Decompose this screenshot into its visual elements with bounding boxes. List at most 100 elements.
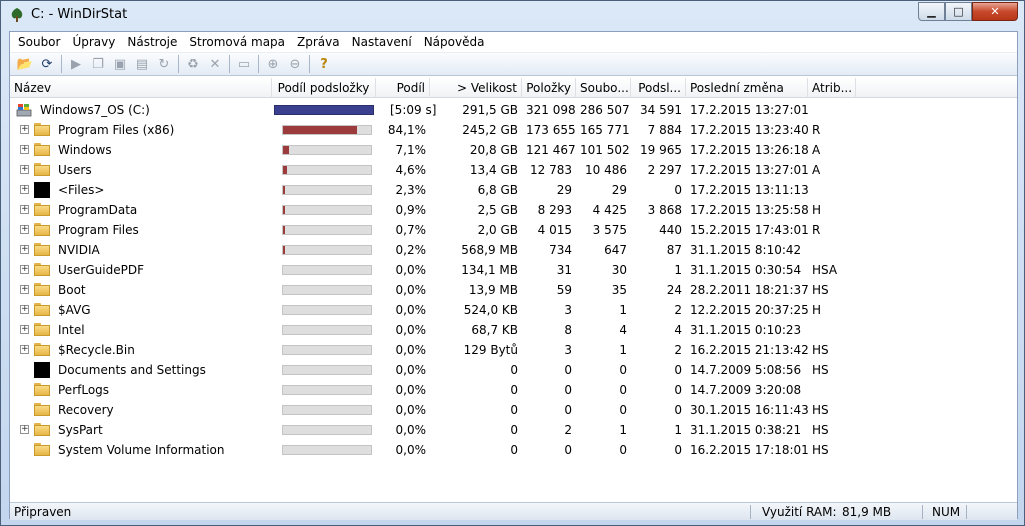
refresh-icon[interactable]: ⟳ [36, 54, 58, 74]
minimize-button[interactable]: ▁ [918, 2, 945, 21]
row-size: 13,9 MB [468, 283, 518, 297]
row-share: 0,0% [395, 263, 427, 277]
table-row[interactable]: Recovery 0,0% 0 0 0 0 30.1.2015 16:11:43 HS [10, 400, 1017, 420]
row-modified: 31.1.2015 0:30:54 [690, 263, 802, 277]
recycle-icon[interactable]: ♻ [182, 54, 204, 74]
column-header-name[interactable]: Název [10, 78, 272, 98]
expand-icon[interactable]: + [20, 205, 29, 214]
table-row[interactable]: + ProgramData 0,9% 2,5 GB 8 293 4 425 3 868 17.… [10, 200, 1017, 220]
row-modified: 28.2.2011 18:21:37 [690, 283, 809, 297]
close-button[interactable]: ✕ [972, 2, 1018, 21]
row-name: <Files> [58, 183, 105, 197]
subtree-share-fill [283, 246, 285, 254]
expand-icon[interactable]: + [20, 285, 29, 294]
table-row[interactable]: System Volume Information 0,0% 0 0 0 0 16.2.20… [10, 440, 1017, 460]
subtree-share-bar [282, 285, 372, 295]
row-name: Documents and Settings [58, 363, 206, 377]
menu-nastroje[interactable]: Nástroje [121, 32, 183, 52]
table-row[interactable]: + Boot 0,0% 13,9 MB 59 35 24 28.2.2011 18:21:37… [10, 280, 1017, 300]
table-row[interactable]: + Windows 7,1% 20,8 GB 121 467 101 502 19 965 1… [10, 140, 1017, 160]
column-header-last-change[interactable]: Poslední změna [686, 78, 808, 98]
row-items: 8 293 [537, 203, 572, 217]
toolbar-separator [61, 55, 62, 73]
maximize-button[interactable]: □ [945, 2, 972, 21]
expand-icon[interactable]: + [20, 265, 29, 274]
folder-icon [34, 283, 50, 296]
table-row[interactable]: + Program Files (x86) 84,1% 245,2 GB 173 655… [10, 120, 1017, 140]
column-header-attributes[interactable]: Atrib... [808, 78, 856, 98]
zoom-out-icon[interactable]: ⊖ [284, 54, 306, 74]
row-name: ProgramData [58, 203, 138, 217]
expand-icon[interactable]: + [20, 125, 29, 134]
status-num: NUM [932, 505, 961, 519]
expand-icon[interactable]: + [20, 165, 29, 174]
table-row[interactable]: + UserGuidePDF 0,0% 134,1 MB 31 30 1 31.1.2015 … [10, 260, 1017, 280]
row-attributes: HS [812, 443, 829, 457]
refresh-selected-icon[interactable]: ↻ [153, 54, 175, 74]
row-items: 0 [564, 383, 572, 397]
column-header-size[interactable]: > Velikost [430, 78, 522, 98]
table-row-root[interactable]: Windows7_OS (C:) [5:09 s] 291,5 GB 321 098 2… [10, 100, 1017, 120]
zoom-in-icon[interactable]: ⊕ [262, 54, 284, 74]
subtree-share-bar [282, 145, 372, 155]
open-folder-icon[interactable]: 📂 [14, 54, 36, 74]
folder-icon [34, 303, 50, 316]
column-header-subtree-share[interactable]: Podíl podsložky [272, 78, 376, 98]
expand-icon[interactable]: + [20, 425, 29, 434]
table-row[interactable]: + <Files> 2,3% 6,8 GB 29 29 0 17.2.2015 13:11:1… [10, 180, 1017, 200]
junction-icon [34, 362, 50, 378]
menu-upravy[interactable]: Úpravy [66, 32, 121, 52]
menu-bar: Soubor Úpravy Nástroje Stromová mapa Zpr… [10, 32, 1017, 52]
column-header-subdirs[interactable]: Podsl... [631, 78, 686, 98]
directory-list[interactable]: Název Podíl podsložky Podíl > Velikost P… [10, 78, 1017, 496]
table-row[interactable]: + $AVG 0,0% 524,0 KB 3 1 2 12.2.2015 20:37:25 H [10, 300, 1017, 320]
row-subdirs: 7 884 [647, 123, 682, 137]
table-row[interactable]: PerfLogs 0,0% 0 0 0 0 14.7.2009 3:20:08 [10, 380, 1017, 400]
table-row[interactable]: + Intel 0,0% 68,7 KB 8 4 4 31.1.2015 0:10:23 [10, 320, 1017, 340]
expand-icon[interactable]: + [20, 145, 29, 154]
delete-icon[interactable]: ✕ [204, 54, 226, 74]
row-modified: 30.1.2015 16:11:43 [690, 403, 809, 417]
row-size: 291,5 GB [462, 103, 518, 117]
subtree-share-bar [282, 445, 372, 455]
menu-napoveda[interactable]: Nápověda [418, 32, 491, 52]
menu-nastaveni[interactable]: Nastavení [346, 32, 418, 52]
explorer-icon[interactable]: ▣ [109, 54, 131, 74]
row-size: 2,0 GB [477, 223, 518, 237]
play-icon[interactable]: ▶ [65, 54, 87, 74]
expand-icon[interactable]: + [20, 325, 29, 334]
row-attributes: H [812, 303, 822, 317]
menu-soubor[interactable]: Soubor [12, 32, 66, 52]
row-subdirs: 0 [674, 183, 682, 197]
cmd-icon[interactable]: ▤ [131, 54, 153, 74]
menu-stromova-mapa[interactable]: Stromová mapa [183, 32, 291, 52]
new-folder-icon[interactable]: ▭ [233, 54, 255, 74]
expand-icon[interactable]: + [20, 305, 29, 314]
table-row[interactable]: + SysPart 0,0% 0 2 1 1 31.1.2015 0:38:21 HS [10, 420, 1017, 440]
expand-icon[interactable]: + [20, 345, 29, 354]
expand-icon[interactable]: + [20, 225, 29, 234]
title-bar[interactable]: C: - WinDirStat ▁ □ ✕ [1, 1, 1024, 31]
expand-icon[interactable]: + [20, 185, 29, 194]
column-header-share[interactable]: Podíl [376, 78, 430, 98]
column-header-files[interactable]: Soubo... [576, 78, 631, 98]
row-subdirs: 0 [674, 443, 682, 457]
row-subdirs: 0 [674, 383, 682, 397]
column-header-items[interactable]: Položky [522, 78, 576, 98]
row-attributes [808, 380, 856, 400]
row-subdirs: 34 591 [640, 103, 682, 117]
expand-icon[interactable]: + [20, 245, 29, 254]
help-icon[interactable]: ? [313, 54, 335, 74]
table-row[interactable]: + NVIDIA 0,2% 568,9 MB 734 647 87 31.1.2015 8:1… [10, 240, 1017, 260]
table-row[interactable]: + $Recycle.Bin 0,0% 129 Bytů 3 1 2 16.2.2015 21… [10, 340, 1017, 360]
row-name: PerfLogs [58, 383, 110, 397]
copy-icon[interactable]: ❐ [87, 54, 109, 74]
row-size: 6,8 GB [477, 183, 518, 197]
row-files: 165 771 [580, 123, 630, 137]
table-row[interactable]: + Users 4,6% 13,4 GB 12 783 10 486 2 297 17.2.2… [10, 160, 1017, 180]
table-row[interactable]: + Program Files 0,7% 2,0 GB 4 015 3 575 440 15.… [10, 220, 1017, 240]
table-row[interactable]: Documents and Settings 0,0% 0 0 0 0 14.7.2009 … [10, 360, 1017, 380]
menu-zprava[interactable]: Zpráva [291, 32, 346, 52]
row-attributes: R [812, 123, 821, 137]
row-size: 20,8 GB [469, 143, 518, 157]
